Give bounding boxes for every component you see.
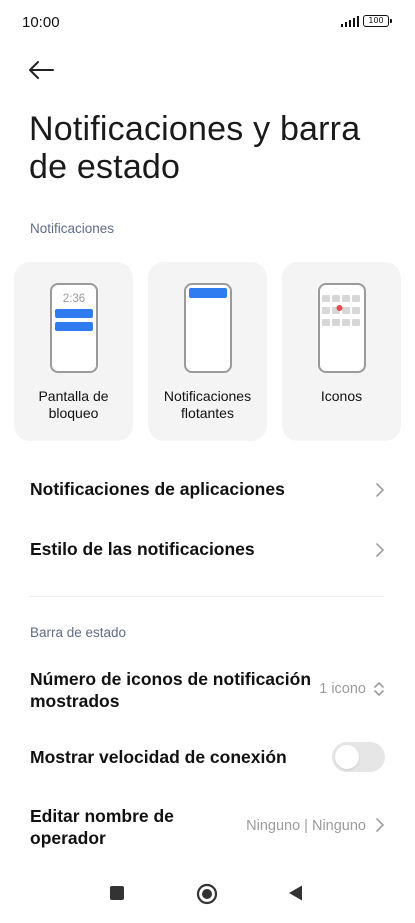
notification-style-cards: 2:36 Pantalla de bloqueo Notificaciones … bbox=[14, 262, 401, 441]
notification-bar bbox=[55, 322, 93, 331]
card-lock-screen[interactable]: 2:36 Pantalla de bloqueo bbox=[14, 262, 133, 441]
card-icons[interactable]: Iconos bbox=[282, 262, 401, 441]
recents-button[interactable] bbox=[108, 884, 126, 907]
row-label: Mostrar velocidad de conexión bbox=[30, 747, 287, 767]
lock-screen-clock: 2:36 bbox=[62, 293, 86, 305]
back-button[interactable] bbox=[27, 56, 59, 84]
signal-icon bbox=[340, 15, 359, 27]
status-icons: 100 bbox=[340, 15, 392, 27]
chevron-right-icon bbox=[376, 818, 384, 832]
section-header-status-bar: Barra de estado bbox=[30, 625, 127, 640]
app-grid-icon bbox=[322, 295, 360, 326]
page-title: Notificaciones y barra de estado bbox=[29, 110, 361, 186]
floating-notification-phone-icon bbox=[184, 283, 232, 373]
status-time: 10:00 bbox=[22, 14, 60, 31]
battery-level: 100 bbox=[368, 16, 384, 25]
section-divider bbox=[30, 596, 384, 597]
operator-name-row[interactable]: Editar nombre de operador Ninguno | Ning… bbox=[0, 800, 415, 854]
card-label: Notificaciones flotantes bbox=[163, 388, 252, 421]
battery-icon: 100 bbox=[363, 15, 392, 27]
home-circle-icon bbox=[196, 883, 218, 905]
home-button[interactable] bbox=[196, 883, 218, 910]
notification-bar bbox=[189, 288, 227, 298]
row-label: Estilo de las notificaciones bbox=[30, 539, 255, 559]
row-label: Editar nombre de operador bbox=[30, 806, 174, 848]
lock-screen-phone-icon: 2:36 bbox=[50, 283, 98, 373]
card-label: Iconos bbox=[320, 388, 363, 404]
app-icons-phone-icon bbox=[318, 283, 366, 373]
notification-dot bbox=[336, 305, 343, 311]
notification-style-row[interactable]: Estilo de las notificaciones bbox=[0, 526, 415, 572]
connection-speed-toggle[interactable] bbox=[332, 742, 385, 772]
status-bar: 10:00 100 bbox=[0, 0, 415, 44]
chevron-right-icon bbox=[376, 543, 384, 557]
app-notifications-row[interactable]: Notificaciones de aplicaciones bbox=[0, 466, 415, 512]
chevron-right-icon bbox=[376, 483, 384, 497]
card-floating-notifications[interactable]: Notificaciones flotantes bbox=[148, 262, 267, 441]
notification-icons-count-row[interactable]: Número de iconos de notificación mostrad… bbox=[0, 662, 415, 716]
navigation-bar bbox=[0, 872, 415, 920]
toggle-knob bbox=[335, 745, 359, 769]
chevron-up-down-icon bbox=[374, 682, 384, 696]
row-label: Notificaciones de aplicaciones bbox=[30, 479, 285, 499]
row-value: Ninguno | Ninguno bbox=[246, 818, 366, 834]
back-triangle-icon bbox=[289, 885, 302, 901]
row-label: Número de iconos de notificación mostrad… bbox=[30, 669, 312, 711]
section-header-notifications: Notificaciones bbox=[30, 221, 115, 236]
notification-bar bbox=[55, 309, 93, 318]
card-label: Pantalla de bloqueo bbox=[38, 388, 109, 421]
recents-square-icon bbox=[110, 886, 124, 900]
arrow-left-icon bbox=[29, 61, 54, 79]
back-nav-button[interactable] bbox=[287, 884, 305, 907]
row-value: 1 icono bbox=[319, 681, 366, 697]
